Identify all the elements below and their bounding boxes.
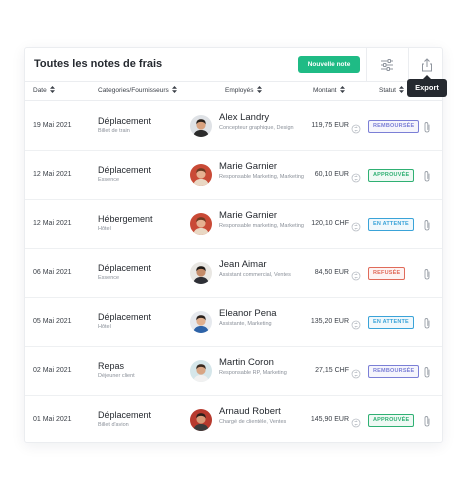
expense-supplier: Billet d'avion <box>98 422 129 428</box>
expense-supplier: Hôtel <box>98 226 111 232</box>
attachment-icon[interactable] <box>423 414 431 427</box>
status-badge: EN ATTENTE <box>368 316 414 329</box>
col-employee[interactable]: Employés <box>225 86 262 94</box>
exchange-rate-icon[interactable] <box>351 170 361 183</box>
header-divider <box>408 48 409 82</box>
expense-date: 05 Mai 2021 <box>33 318 72 325</box>
expense-supplier: Déjeuner client <box>98 373 135 379</box>
exchange-rate-icon[interactable] <box>351 415 361 428</box>
export-tooltip: Export <box>407 75 447 97</box>
avatar <box>190 115 212 137</box>
attachment-icon[interactable] <box>423 267 431 280</box>
expense-supplier: Billet de train <box>98 128 130 134</box>
employee-name: Arnaud Robert <box>219 406 281 417</box>
header-divider <box>366 48 367 82</box>
avatar <box>190 360 212 382</box>
employee-name: Marie Garnier <box>219 210 278 221</box>
employee-name: Jean Aimar <box>219 259 267 270</box>
table-row[interactable]: 06 Mai 2021 Déplacement Essence Jean Aimar A… <box>25 249 442 298</box>
col-category[interactable]: Categories/Fournisseurs <box>98 86 177 94</box>
avatar <box>190 311 212 333</box>
attachment-icon[interactable] <box>423 120 431 133</box>
table-header: Date Categories/Fournisseurs Employés Mo… <box>25 82 442 101</box>
sort-icon <box>49 86 55 93</box>
expense-supplier: Essence <box>98 177 120 183</box>
attachment-icon[interactable] <box>423 316 431 329</box>
col-date[interactable]: Date <box>33 86 55 94</box>
expense-category: Hébergement <box>98 214 153 224</box>
sort-icon <box>256 86 262 93</box>
employee-name: Eleanor Pena <box>219 308 277 319</box>
expenses-card: Toutes les notes de frais Nouvelle note <box>24 47 443 443</box>
attachment-icon[interactable] <box>423 169 431 182</box>
expense-category: Déplacement <box>98 263 152 273</box>
table-row[interactable]: 12 Mai 2021 Déplacement Essence Marie Garni… <box>25 151 442 200</box>
avatar <box>190 213 212 235</box>
expense-supplier: Hôtel <box>98 324 111 330</box>
expense-amount: 84,50 EUR <box>314 269 349 276</box>
attachment-icon[interactable] <box>423 365 431 378</box>
new-expense-button[interactable]: Nouvelle note <box>298 56 360 73</box>
status-badge: APPROUVÉE <box>368 414 415 427</box>
expense-date: 06 Mai 2021 <box>33 269 72 276</box>
expense-category: Déplacement <box>98 410 152 420</box>
expense-amount: 145,90 EUR <box>310 416 349 423</box>
expense-category: Déplacement <box>98 165 152 175</box>
exchange-rate-icon[interactable] <box>351 219 361 232</box>
expense-date: 12 Mai 2021 <box>33 220 72 227</box>
col-amount[interactable]: Montant <box>313 86 345 94</box>
expense-supplier: Essence <box>98 275 120 281</box>
expense-amount: 60,10 EUR <box>314 171 349 178</box>
expense-amount: 27,15 CHF <box>315 367 349 374</box>
table-row[interactable]: 12 Mai 2021 Hébergement Hôtel Marie Garnier… <box>25 200 442 249</box>
status-badge: APPROUVÉE <box>368 169 415 182</box>
col-status[interactable]: Statut <box>379 86 404 94</box>
table-row[interactable]: 02 Mai 2021 Repas Déjeuner client Martin Co… <box>25 347 442 396</box>
sort-icon <box>171 86 177 93</box>
expense-category: Repas <box>98 361 125 371</box>
exchange-rate-icon[interactable] <box>351 317 361 330</box>
expense-date: 19 Mai 2021 <box>33 122 72 129</box>
avatar <box>190 164 212 186</box>
status-badge: REMBOURSÉE <box>368 365 420 378</box>
expense-date: 02 Mai 2021 <box>33 367 72 374</box>
sort-icon <box>398 86 404 93</box>
employee-name: Martin Coron <box>219 357 274 368</box>
status-badge: REFUSÉE <box>368 267 406 280</box>
avatar <box>190 262 212 284</box>
attachment-icon[interactable] <box>423 218 431 231</box>
share-export-icon[interactable] <box>419 57 435 73</box>
sliders-icon[interactable] <box>379 57 395 73</box>
expense-date: 12 Mai 2021 <box>33 171 72 178</box>
exchange-rate-icon[interactable] <box>351 366 361 379</box>
exchange-rate-icon[interactable] <box>351 268 361 281</box>
card-header: Toutes les notes de frais Nouvelle note <box>25 48 442 82</box>
expense-amount: 119,75 EUR <box>311 122 349 129</box>
sort-icon <box>339 86 345 93</box>
status-badge: REMBOURSÉE <box>368 120 420 133</box>
exchange-rate-icon[interactable] <box>351 121 361 134</box>
employee-name: Alex Landry <box>219 112 270 123</box>
expense-amount: 120,10 CHF <box>311 220 349 227</box>
employee-name: Marie Garnier <box>219 161 278 172</box>
table-row[interactable]: 05 Mai 2021 Déplacement Hôtel Eleanor Pena A… <box>25 298 442 347</box>
expense-category: Déplacement <box>98 312 152 322</box>
status-badge: EN ATTENTE <box>368 218 414 231</box>
expense-amount: 135,20 EUR <box>310 318 349 325</box>
page-title: Toutes les notes de frais <box>34 58 163 70</box>
expense-date: 01 Mai 2021 <box>33 416 72 423</box>
expense-category: Déplacement <box>98 116 152 126</box>
table-row[interactable]: 19 Mai 2021 Déplacement Billet de train Ale… <box>25 102 442 151</box>
avatar <box>190 409 212 431</box>
table-row[interactable]: 01 Mai 2021 Déplacement Billet d'avion Arna… <box>25 396 442 445</box>
